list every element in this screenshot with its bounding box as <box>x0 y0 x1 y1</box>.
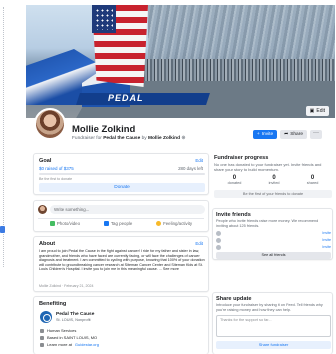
american-flag <box>92 5 148 87</box>
goal-progress-bar <box>39 173 205 175</box>
tag-people-option[interactable]: Tag people <box>103 221 132 226</box>
charity-learn-more-row: Learn more at Guidestar.org <box>40 342 99 347</box>
friend-row: Invite <box>216 237 331 243</box>
globe-icon: ⊕ <box>181 136 186 141</box>
guidestar-link[interactable]: Guidestar.org <box>75 342 99 347</box>
organizer-link[interactable]: Mollie Zolkind <box>148 136 180 141</box>
page-title: Mollie Zolkind <box>72 124 136 135</box>
stat-donated: 0 donated <box>227 175 242 185</box>
write-something-input[interactable]: Write something... <box>50 205 205 214</box>
friend-avatar <box>216 244 221 250</box>
feeling-activity-option[interactable]: Feeling/activity <box>156 221 192 226</box>
category-icon <box>40 328 44 333</box>
fundraiser-subtitle: Fundraiser for Pedal the Cause by Mollie… <box>72 136 186 141</box>
charity-name[interactable]: Pedal The Cause <box>56 312 94 317</box>
header-actions: + Invite ➦ Share ··· <box>252 130 322 139</box>
stat-shared: 0 shared <box>306 175 319 185</box>
goal-raised-text: $0 raised of $375 <box>39 166 74 171</box>
share-update-input[interactable]: Thanks for the support so far... <box>216 315 331 337</box>
invite-title: Invite friends <box>216 212 251 218</box>
share-update-title: Share update <box>216 296 252 302</box>
charity-logo[interactable] <box>40 311 52 323</box>
invite-friends-card: Invite friends People who invite friends… <box>212 208 333 260</box>
goal-card: Goal Edit $0 raised of $375 280 days lef… <box>33 153 209 195</box>
profile-avatar[interactable] <box>34 108 66 140</box>
smiley-icon <box>156 221 162 226</box>
composer-avatar <box>38 205 47 214</box>
progress-title: Fundraiser progress <box>214 155 269 161</box>
fundraiser-page: PEDAL ▣ Edit Mollie Zolkind Fundraiser f… <box>0 0 336 354</box>
goal-edit-link[interactable]: Edit <box>195 158 203 163</box>
edge-marker <box>0 226 5 233</box>
about-card: About Edit I am proud to join Pedal the … <box>33 236 209 292</box>
friend-invite-button[interactable]: Invite <box>322 238 331 242</box>
about-created: Mollie Zolkind · February 21, 2024 <box>39 284 94 288</box>
charity-link[interactable]: Pedal the Cause <box>103 136 140 141</box>
info-icon <box>40 342 44 347</box>
tag-people-icon <box>103 221 109 226</box>
photo-video-option[interactable]: Photo/video <box>49 221 80 226</box>
charity-location: St. LOUIS, Nonprofit <box>56 318 91 322</box>
post-composer: Write something... Photo/video Tag peopl… <box>33 200 209 232</box>
fundraiser-progress-panel: Fundraiser progress No one has donated t… <box>212 153 333 205</box>
goal-first-donate-text: Be the first to donate <box>39 177 73 181</box>
composer-options: Photo/video Tag people Feeling/activity <box>38 221 204 226</box>
goal-title: Goal <box>39 158 52 164</box>
about-edit-link[interactable]: Edit <box>195 241 203 246</box>
friend-avatar <box>216 230 221 236</box>
friend-row: Invite <box>216 230 331 236</box>
see-all-friends-button[interactable]: See all friends <box>216 252 331 259</box>
photo-icon <box>49 221 55 226</box>
charity-category-row: Human Services <box>40 328 76 333</box>
cover-photo: PEDAL ▣ Edit <box>26 5 335 118</box>
edit-cover-button[interactable]: ▣ Edit <box>305 106 329 116</box>
camera-icon: ▣ <box>309 108 315 114</box>
cover-banner-text: PEDAL <box>108 93 144 103</box>
benefiting-title: Benefiting <box>39 301 67 307</box>
share-fundraiser-button[interactable]: Share fundraiser <box>216 341 331 349</box>
person-plus-icon: + <box>256 132 260 137</box>
about-title: About <box>39 241 56 247</box>
about-text: I am proud to join Pedal the Cause in th… <box>39 249 205 272</box>
share-button[interactable]: ➦ Share <box>280 130 307 139</box>
share-arrow-icon: ➦ <box>284 132 289 137</box>
composer-divider <box>38 218 204 219</box>
more-options-button[interactable]: ··· <box>310 130 322 139</box>
friend-invite-button[interactable]: Invite <box>322 231 331 235</box>
stat-invited: 0 invited <box>268 175 280 185</box>
friend-invite-button[interactable]: Invite <box>322 245 331 249</box>
share-update-card: Share update Introduce your fundraiser b… <box>212 292 333 354</box>
invite-button[interactable]: + Invite <box>252 130 278 139</box>
charity-based-row: Based in SAINT LOUIS, MO <box>40 335 97 340</box>
invite-description: People who invite friends raise more mon… <box>216 219 319 228</box>
friend-avatar <box>216 237 221 243</box>
location-pin-icon <box>40 335 44 340</box>
share-update-description: Introduce your fundraiser by sharing it … <box>216 303 323 312</box>
goal-days-left: 280 days left <box>178 166 203 171</box>
progress-stats: 0 donated 0 invited 0 shared <box>214 175 332 185</box>
benefiting-card: Benefiting Pedal The Cause St. LOUIS, No… <box>33 296 209 354</box>
friend-row: Invite <box>216 244 331 250</box>
donate-button[interactable]: Donate <box>39 183 205 192</box>
first-donate-banner: Be the first of your friends to donate <box>214 190 332 198</box>
progress-description: No one has donated to your fundraiser ye… <box>214 162 322 172</box>
